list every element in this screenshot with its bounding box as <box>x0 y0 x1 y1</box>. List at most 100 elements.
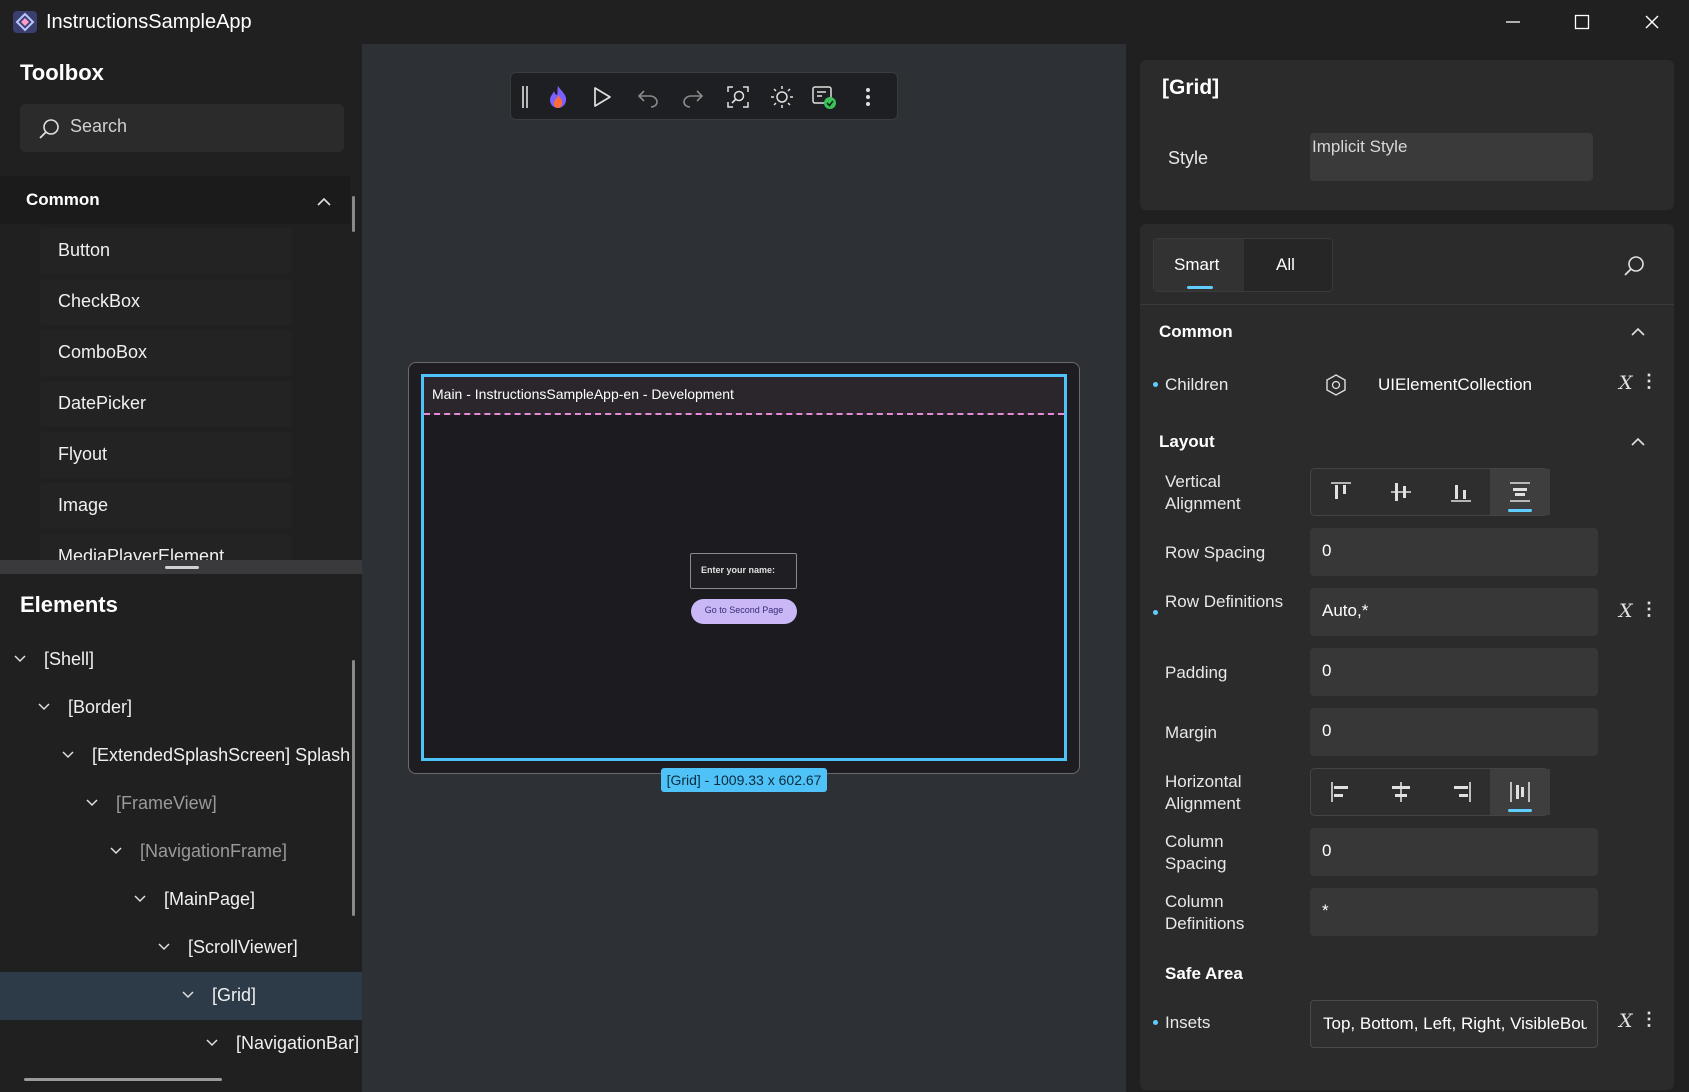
align-center-horizontal-button[interactable] <box>1371 769 1431 815</box>
chevron-down-icon[interactable] <box>110 842 122 860</box>
column-spacing-label: Column Spacing <box>1165 832 1227 873</box>
select-element-icon[interactable] <box>723 83 753 111</box>
tree-item-grid-selected[interactable]: [Grid] <box>0 972 362 1020</box>
toolbox-item-combobox[interactable]: ComboBox <box>40 330 292 376</box>
align-center-vertical-button[interactable] <box>1371 469 1431 515</box>
property-search-icon[interactable] <box>1622 254 1646 283</box>
go-to-second-page-button[interactable]: Go to Second Page <box>691 599 797 624</box>
tab-selected-indicator <box>1187 286 1213 289</box>
align-right-button[interactable] <box>1431 769 1491 815</box>
align-left-button[interactable] <box>1311 769 1371 815</box>
chevron-down-icon[interactable] <box>158 938 170 956</box>
drag-handle-icon[interactable] <box>515 83 535 111</box>
chevron-up-icon[interactable] <box>316 194 332 212</box>
toolbox-item-mediaplayerelement[interactable]: MediaPlayerElement <box>40 534 292 560</box>
redo-icon[interactable] <box>678 83 708 111</box>
tree-item-label: [Border] <box>68 697 133 717</box>
tree-item-shell[interactable]: [Shell] <box>0 636 362 684</box>
tab-smart[interactable]: Smart <box>1154 239 1244 291</box>
row-definitions-input[interactable]: Auto,* <box>1310 588 1598 636</box>
more-icon[interactable]: ⋮ <box>1640 599 1658 620</box>
padding-input[interactable]: 0 <box>1310 648 1598 696</box>
chevron-up-icon[interactable] <box>1630 324 1646 342</box>
align-bottom-button[interactable] <box>1431 469 1491 515</box>
binding-x-icon[interactable]: X <box>1619 372 1633 394</box>
tree-item-border[interactable]: [Border] <box>0 684 362 732</box>
column-definitions-value: * <box>1322 901 1329 920</box>
row-spacing-input[interactable]: 0 <box>1310 528 1598 576</box>
align-top-button[interactable] <box>1311 469 1371 515</box>
grid-size-text: [Grid] - 1009.33 x 602.67 <box>666 772 822 788</box>
binding-x-icon[interactable]: X <box>1619 1010 1633 1032</box>
more-icon[interactable]: ⋮ <box>1640 1009 1658 1030</box>
tree-item-label: [ExtendedSplashScreen] Splash <box>92 745 351 765</box>
horizontal-alignment-label: Horizontal Alignment <box>1165 772 1242 813</box>
chevron-down-icon[interactable] <box>14 650 26 668</box>
tree-item-extended-splash-screen[interactable]: [ExtendedSplashScreen] Splash <box>0 732 362 780</box>
toolbox-title: Toolbox <box>20 60 104 85</box>
align-stretch-vertical-icon <box>1510 482 1530 502</box>
theme-icon[interactable] <box>767 83 797 111</box>
tree-item-label: [NavigationBar] <box>236 1033 360 1053</box>
more-options-icon[interactable] <box>853 83 883 111</box>
close-button[interactable] <box>1617 0 1687 44</box>
margin-input[interactable]: 0 <box>1310 708 1598 756</box>
maximize-button[interactable] <box>1547 0 1617 44</box>
title-bar: InstructionsSampleApp <box>0 0 1689 44</box>
align-stretch-vertical-button[interactable] <box>1490 469 1550 515</box>
name-input[interactable]: Enter your name: <box>690 553 797 589</box>
collection-icon <box>1324 373 1348 402</box>
align-stretch-horizontal-icon <box>1510 782 1530 802</box>
chevron-down-icon[interactable] <box>182 986 194 1004</box>
more-icon[interactable]: ⋮ <box>1640 371 1658 392</box>
row-definitions-label: Row Definitions <box>1165 592 1284 611</box>
chevron-down-icon[interactable] <box>62 746 74 764</box>
horizontal-alignment-selector <box>1310 768 1550 816</box>
close-icon <box>1645 15 1659 29</box>
minimize-button[interactable] <box>1478 0 1548 44</box>
toolbox-item-image[interactable]: Image <box>40 483 292 529</box>
children-value[interactable]: UIElementCollection <box>1378 374 1532 396</box>
button-label: Go to Second Page <box>704 605 784 615</box>
tree-item-navigationframe[interactable]: [NavigationFrame] <box>0 828 362 876</box>
toolbox-item-label: MediaPlayerElement <box>58 546 225 560</box>
undo-icon[interactable] <box>633 83 663 111</box>
toolbox-search-box[interactable]: Search <box>20 104 344 152</box>
chevron-down-icon[interactable] <box>206 1034 218 1052</box>
chevron-up-icon[interactable] <box>1630 434 1646 452</box>
insets-value: Top, Bottom, Left, Right, VisibleBounds <box>1323 1014 1587 1033</box>
chevron-down-icon[interactable] <box>86 794 98 812</box>
insets-input[interactable]: Top, Bottom, Left, Right, VisibleBounds <box>1310 1000 1598 1048</box>
toolbox-item-label: CheckBox <box>58 291 141 311</box>
toolbox-scrollbar[interactable] <box>352 196 355 232</box>
status-check-icon[interactable] <box>809 83 839 111</box>
tree-item-label: [ScrollViewer] <box>188 937 298 957</box>
toolbox-common-group-header[interactable]: Common <box>0 176 350 224</box>
column-spacing-input[interactable]: 0 <box>1310 828 1598 876</box>
hot-reload-icon[interactable] <box>543 83 573 111</box>
tree-item-scrollviewer[interactable]: [ScrollViewer] <box>0 924 362 972</box>
column-definitions-input[interactable]: * <box>1310 888 1598 936</box>
binding-x-icon[interactable]: X <box>1619 600 1633 622</box>
chevron-down-icon[interactable] <box>134 890 146 908</box>
elements-horizontal-scrollbar[interactable] <box>24 1078 222 1081</box>
toolbox-item-checkbox[interactable]: CheckBox <box>40 279 292 325</box>
chevron-down-icon[interactable] <box>38 698 50 716</box>
divider <box>1140 304 1674 305</box>
play-icon[interactable] <box>587 83 617 111</box>
style-field[interactable]: Implicit Style <box>1310 133 1593 181</box>
app-logo-icon <box>12 10 38 34</box>
tab-all[interactable]: All <box>1244 239 1332 291</box>
tree-item-mainpage[interactable]: [MainPage] <box>0 876 362 924</box>
insets-label: Insets <box>1165 1013 1211 1032</box>
toolbox-item-datepicker[interactable]: DatePicker <box>40 381 292 427</box>
canvas-toolbar <box>510 72 898 120</box>
tree-item-navigationbar[interactable]: [NavigationBar] <box>0 1020 362 1068</box>
elements-vertical-scrollbar[interactable] <box>352 660 355 916</box>
align-stretch-horizontal-button[interactable] <box>1490 769 1550 815</box>
layout-section-label: Layout <box>1159 432 1215 451</box>
toolbox-item-flyout[interactable]: Flyout <box>40 432 292 478</box>
tree-item-frameview[interactable]: [FrameView] <box>0 780 362 828</box>
splitter-grip[interactable] <box>165 566 199 569</box>
toolbox-item-button[interactable]: Button <box>40 228 292 274</box>
